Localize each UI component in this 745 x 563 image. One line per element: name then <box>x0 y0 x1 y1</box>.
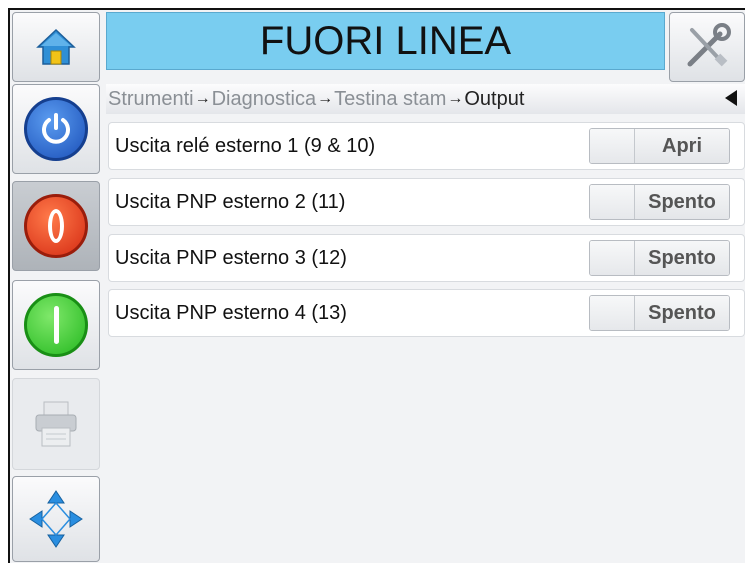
start-button[interactable] <box>12 280 100 370</box>
navigation-arrows-icon <box>29 490 83 548</box>
toggle-knob[interactable] <box>590 296 635 330</box>
breadcrumb-item-output: Output <box>464 87 525 110</box>
tools-button[interactable] <box>669 12 745 82</box>
output-toggle-4[interactable]: Spento <box>589 295 730 331</box>
output-toggle-2[interactable]: Spento <box>589 184 730 220</box>
output-toggle-3[interactable]: Spento <box>589 240 730 276</box>
home-button[interactable] <box>12 12 100 82</box>
output-row-1: Uscita relé esterno 1 (9 & 10) Apri <box>108 122 745 170</box>
output-row-3: Uscita PNP esterno 3 (12) Spento <box>108 234 745 282</box>
tools-icon <box>687 23 731 67</box>
breadcrumb-item-diagnostica[interactable]: Diagnostica <box>212 88 317 111</box>
stop-icon <box>24 194 88 258</box>
toggle-state: Spento <box>635 296 729 330</box>
stop-button[interactable] <box>12 181 100 271</box>
power-icon <box>24 97 88 161</box>
toggle-state: Spento <box>635 241 729 275</box>
breadcrumb-item-testina[interactable]: Testina stam <box>334 88 446 111</box>
output-label: Uscita PNP esterno 3 (12) <box>115 246 347 269</box>
printer-icon <box>35 401 77 447</box>
back-arrow-icon[interactable] <box>725 90 737 106</box>
power-button[interactable] <box>12 84 100 174</box>
print-button[interactable] <box>12 378 100 470</box>
breadcrumb-separator: → <box>447 90 464 107</box>
toggle-knob[interactable] <box>590 241 635 275</box>
output-toggle-1[interactable]: Apri <box>589 128 730 164</box>
start-icon <box>24 293 88 357</box>
output-row-2: Uscita PNP esterno 2 (11) Spento <box>108 178 745 226</box>
output-label: Uscita relé esterno 1 (9 & 10) <box>115 134 376 157</box>
toggle-state: Spento <box>635 185 729 219</box>
breadcrumb: Strumenti → Diagnostica → Testina stam →… <box>106 84 745 114</box>
home-icon <box>36 28 76 65</box>
toggle-state: Apri <box>635 129 729 163</box>
output-row-4: Uscita PNP esterno 4 (13) Spento <box>108 289 745 337</box>
navigation-button[interactable] <box>12 476 100 562</box>
status-banner: FUORI LINEA <box>106 12 665 70</box>
breadcrumb-separator: → <box>317 90 334 107</box>
toggle-knob[interactable] <box>590 185 635 219</box>
output-label: Uscita PNP esterno 2 (11) <box>115 190 346 213</box>
breadcrumb-separator: → <box>194 90 211 107</box>
toggle-knob[interactable] <box>590 129 635 163</box>
breadcrumb-item-strumenti[interactable]: Strumenti <box>108 88 194 111</box>
output-label: Uscita PNP esterno 4 (13) <box>115 301 347 324</box>
